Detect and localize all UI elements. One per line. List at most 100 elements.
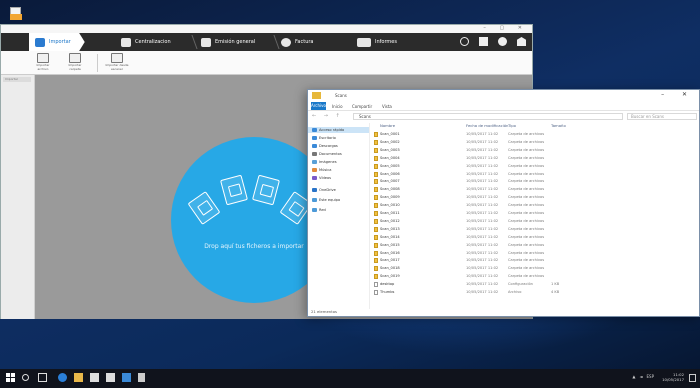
folder-icon	[374, 187, 378, 193]
document-icon	[312, 152, 317, 156]
desktop-shortcut-icon[interactable]	[8, 6, 24, 22]
tab-factura[interactable]: Factura	[281, 33, 313, 51]
folder-icon	[374, 250, 378, 256]
refresh-icon[interactable]	[460, 37, 469, 46]
taskbar: ▲ ◄ ESP 11:02 10/05/2017	[0, 369, 700, 388]
nav-item-pictures[interactable]: Imágenes	[312, 159, 337, 165]
explorer-ribbon: Archivo Inicio Compartir Vista	[308, 101, 699, 111]
mail-icon[interactable]	[106, 373, 115, 382]
file-type: Carpeta de archivos	[508, 147, 545, 152]
file-date: 10/05/2017 11:02	[466, 290, 499, 294]
file-type: Carpeta de archivos	[508, 179, 545, 184]
ribbon-tab[interactable]: Inicio	[332, 104, 343, 109]
search-input[interactable]: Buscar en Scans	[627, 113, 697, 120]
network-icon[interactable]: ▲	[632, 374, 635, 379]
status-bar: 21 elementos	[311, 309, 337, 314]
window-controls[interactable]: – ✕	[661, 91, 695, 98]
file-row[interactable]: Scan_0014 10/05/2017 11:02 Carpeta de arch…	[371, 234, 699, 242]
nav-item-quick-access[interactable]: Acceso rápido	[308, 127, 369, 133]
tab-informes[interactable]: Informes	[357, 33, 397, 51]
download-icon	[312, 144, 317, 148]
file-row[interactable]: Scan_0019 10/05/2017 11:02 Carpeta de arch…	[371, 273, 699, 281]
file-list: Nombre Fecha de modificación Tipo Tamaño…	[371, 123, 699, 309]
file-date: 10/05/2017 11:02	[466, 147, 499, 152]
home-icon[interactable]	[517, 37, 526, 46]
import-file-button[interactable]: Importar archivo	[31, 53, 55, 71]
import-scanner-button[interactable]: Importar desde escaner	[105, 53, 129, 71]
file-date: 10/05/2017 11:02	[466, 139, 499, 144]
file-row[interactable]: Scan_0016 10/05/2017 11:02 Carpeta de arch…	[371, 250, 699, 258]
file-row[interactable]: Scan_0013 10/05/2017 11:02 Carpeta de arch…	[371, 226, 699, 234]
file-row[interactable]: Scan_0010 10/05/2017 11:02 Carpeta de arch…	[371, 202, 699, 210]
file-row[interactable]: Scan_0015 10/05/2017 11:02 Carpeta de arch…	[371, 242, 699, 250]
file-name: Scan_0017	[380, 258, 400, 263]
column-header-type[interactable]: Tipo	[508, 123, 516, 130]
window-controls[interactable]: – ▢ ✕	[483, 25, 528, 31]
file-name: Scan_0014	[380, 234, 400, 239]
task-view-icon[interactable]	[38, 373, 47, 382]
address-bar[interactable]: Scans	[353, 113, 623, 120]
language-indicator[interactable]: ESP	[647, 374, 654, 379]
nav-item-desktop[interactable]: Escritorio	[312, 135, 336, 141]
start-icon[interactable]	[6, 373, 15, 382]
nav-item-onedrive[interactable]: OneDrive	[312, 187, 336, 193]
file-row[interactable]: Scan_0003 10/05/2017 11:02 Carpeta de arch…	[371, 147, 699, 155]
nav-item-music[interactable]: Música	[312, 167, 331, 173]
left-panel-tag[interactable]: Importar	[3, 77, 31, 82]
file-type: Carpeta de archivos	[508, 218, 545, 223]
nav-label: Acceso rápido	[319, 128, 345, 132]
file-name: desktop	[380, 282, 395, 287]
ribbon-tab[interactable]: Compartir	[352, 104, 372, 109]
pinned-app-icon[interactable]	[138, 373, 145, 382]
file-row[interactable]: Scan_0001 10/05/2017 11:02 Carpeta de arch…	[371, 131, 699, 139]
file-row[interactable]: Scan_0012 10/05/2017 11:02 Carpeta de arch…	[371, 218, 699, 226]
toolbar-separator	[97, 54, 98, 72]
nav-item-videos[interactable]: Vídeos	[312, 175, 331, 181]
file-row[interactable]: Scan_0004 10/05/2017 11:02 Carpeta de arch…	[371, 155, 699, 163]
file-row[interactable]: Scan_0002 10/05/2017 11:02 Carpeta de arch…	[371, 139, 699, 147]
nav-item-downloads[interactable]: Descargas	[312, 143, 338, 149]
tab-centralizacion[interactable]: Centralizacion	[121, 33, 171, 51]
nav-arrows[interactable]: ← → ↑	[312, 113, 343, 119]
search-icon[interactable]	[22, 374, 29, 381]
address-bar-row: ← → ↑ Scans Buscar en Scans	[308, 111, 699, 122]
star-icon	[312, 128, 317, 132]
file-row[interactable]: Scan_0009 10/05/2017 11:02 Carpeta de arch…	[371, 194, 699, 202]
file-row[interactable]: Scan_0018 10/05/2017 11:02 Carpeta de arch…	[371, 265, 699, 273]
grid-icon[interactable]	[479, 37, 488, 46]
file-date: 10/05/2017 11:02	[466, 195, 499, 200]
import-folder-button[interactable]: Importar carpeta	[63, 53, 87, 71]
nav-item-documents[interactable]: Documentos	[312, 151, 342, 157]
settings-icon[interactable]	[498, 37, 507, 46]
desktop-icon	[312, 136, 317, 140]
file-row[interactable]: Scan_0011 10/05/2017 11:02 Carpeta de arch…	[371, 210, 699, 218]
notification-icon[interactable]	[689, 374, 696, 382]
clock[interactable]: 11:02 10/05/2017	[662, 372, 684, 382]
file-row[interactable]: Thumbs 10/05/2017 11:02 Archivo 4 KB	[371, 289, 699, 297]
nav-item-this-pc[interactable]: Este equipo	[312, 197, 340, 203]
file-date: 10/05/2017 11:02	[466, 203, 499, 208]
file-row[interactable]: Scan_0017 10/05/2017 11:02 Carpeta de arch…	[371, 257, 699, 265]
folder-icon	[374, 218, 378, 224]
file-type: Carpeta de archivos	[508, 211, 545, 215]
column-header-name[interactable]: Nombre	[380, 123, 395, 130]
file-row[interactable]: Scan_0006 10/05/2017 11:02 Carpeta de arch…	[371, 171, 699, 179]
folder-icon	[374, 274, 378, 280]
tab-emision[interactable]: Emisión general	[201, 33, 255, 51]
column-header-date[interactable]: Fecha de modificación	[466, 123, 508, 130]
store-icon[interactable]	[90, 373, 99, 382]
column-header-size[interactable]: Tamaño	[551, 123, 566, 130]
file-row[interactable]: Scan_0007 10/05/2017 11:02 Carpeta de arch…	[371, 178, 699, 186]
ribbon-tab[interactable]: Vista	[382, 104, 392, 109]
tab-importar[interactable]: Importar	[29, 33, 85, 51]
volume-icon[interactable]: ◄	[639, 374, 642, 379]
file-row[interactable]: Scan_0008 10/05/2017 11:02 Carpeta de arch…	[371, 186, 699, 194]
nav-item-network[interactable]: Red	[312, 207, 326, 213]
file-explorer-icon[interactable]	[74, 373, 83, 382]
edge-icon[interactable]	[58, 373, 67, 382]
file-type: Carpeta de archivos	[508, 163, 545, 168]
ribbon-file-tab[interactable]: Archivo	[311, 102, 326, 110]
file-row[interactable]: desktop 10/05/2017 11:02 Configuración 1 KB	[371, 281, 699, 289]
file-row[interactable]: Scan_0005 10/05/2017 11:02 Carpeta de arch…	[371, 163, 699, 171]
app-icon[interactable]	[122, 373, 131, 382]
